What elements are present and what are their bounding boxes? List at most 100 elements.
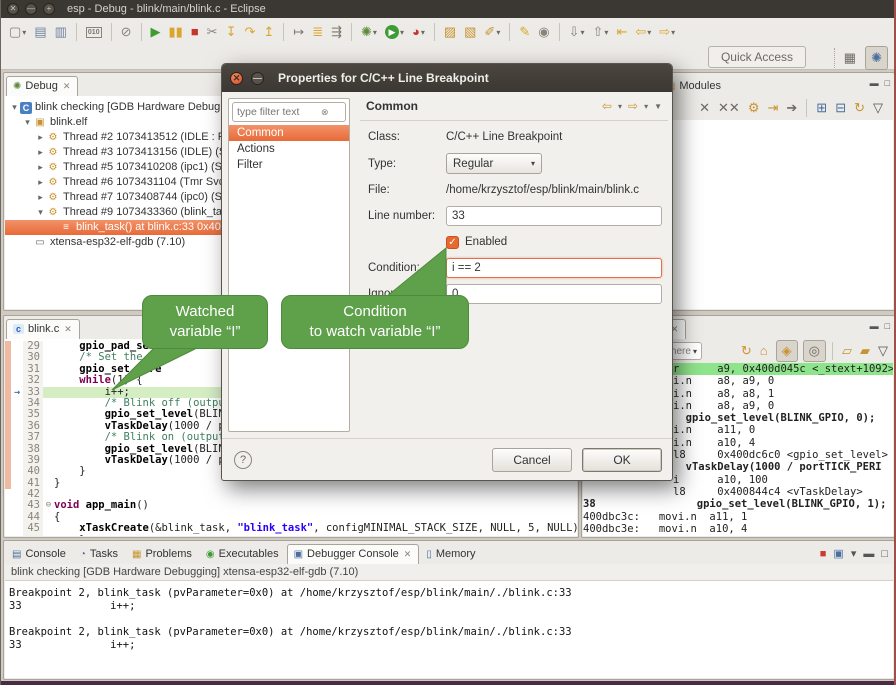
forward-menu-icon[interactable]: ▾ <box>644 102 648 111</box>
tab-blink-c[interactable]: c blink.c ✕ <box>6 319 80 339</box>
next-annotation-icon[interactable]: ⇩▾ <box>566 23 588 41</box>
maximize-icon[interactable]: □ <box>885 321 890 331</box>
suspend-icon[interactable]: ▮▮ <box>166 23 186 41</box>
select-pointer-icon[interactable]: ➔ <box>783 99 800 117</box>
display-selected-console-icon[interactable]: ▣ <box>833 547 843 560</box>
filter-input[interactable] <box>233 105 319 119</box>
disassembly-row[interactable]: 400dbc3e: movi.n a10, 4 <box>583 523 893 535</box>
tab-tasks[interactable]: ◔Tasks <box>74 545 125 564</box>
tree-expander-icon[interactable]: ▾ <box>9 100 20 115</box>
restore-default-icon[interactable]: ⇥ <box>764 99 781 117</box>
show-source-icon[interactable]: ≣ <box>309 23 326 41</box>
code-line[interactable]: } <box>5 535 577 536</box>
dialog-minimize-icon[interactable]: — <box>251 72 264 85</box>
tree-expander-icon[interactable]: ▸ <box>35 160 46 175</box>
forward-icon[interactable]: ⇨▾ <box>656 23 678 41</box>
show-source-icon[interactable]: ◎ <box>803 340 826 362</box>
ignore-count-input[interactable] <box>446 284 662 304</box>
binary-icon[interactable]: 010 <box>83 25 105 40</box>
tab-debug[interactable]: ✺ Debug ✕ <box>6 76 78 96</box>
instruction-mode-icon[interactable]: ⇶ <box>328 23 345 41</box>
fold-collapse-icon[interactable]: ⊖ <box>43 500 54 511</box>
terminate-icon[interactable]: ■ <box>188 23 202 41</box>
tree-expander-icon[interactable]: ▾ <box>35 205 46 220</box>
refresh-view-icon[interactable]: ↻ <box>738 342 755 360</box>
disconnect-icon[interactable]: ✂ <box>204 23 221 41</box>
collapse-all-icon[interactable]: ⊟ <box>832 99 849 117</box>
skip-breakpoints-icon[interactable]: ⊘ <box>118 23 135 41</box>
run-icon[interactable]: ▶▾ <box>382 23 407 41</box>
window-close-icon[interactable]: ✕ <box>7 3 19 15</box>
prev-annotation-icon[interactable]: ⇧▾ <box>590 23 612 41</box>
coverage-icon[interactable]: ◕▾ <box>409 23 428 41</box>
view-menu-icon[interactable]: ▼ <box>654 102 662 111</box>
close-icon[interactable]: ✕ <box>64 324 72 335</box>
debug-perspective-icon[interactable]: ✺ <box>865 46 888 70</box>
window-maximize-icon[interactable]: + <box>43 3 55 15</box>
annotation-icon[interactable]: ◉ <box>535 23 552 41</box>
quick-access-button[interactable]: Quick Access <box>708 46 806 68</box>
dialog-nav-item-actions[interactable]: Actions <box>229 141 349 157</box>
save-all-icon[interactable]: ▥ <box>52 23 70 41</box>
step-over-icon[interactable]: ↷ <box>241 23 258 41</box>
minimize-icon[interactable]: ▬ <box>870 321 879 331</box>
save-icon[interactable]: ▤ <box>31 23 49 41</box>
open-perspective-icon[interactable]: ▦ <box>839 47 861 69</box>
window-minimize-icon[interactable]: — <box>25 3 37 15</box>
resume-icon[interactable]: ▶ <box>148 23 164 41</box>
minimize-icon[interactable]: ▬ <box>863 548 874 560</box>
open-task-icon[interactable]: ▨ <box>441 23 459 41</box>
line-number-input[interactable] <box>446 206 662 226</box>
disassembly-row[interactable]: 400dbc40: call8 0x400dc6c0 <gpio_set_lev… <box>583 535 893 536</box>
tree-expander-icon[interactable]: ▸ <box>35 130 46 145</box>
console-output[interactable]: Breakpoint 2, blink_task (pvParameter=0x… <box>5 581 893 652</box>
disassembly-row[interactable]: l8 0x400844c4 <vTaskDelay> <box>583 486 893 498</box>
debug-icon[interactable]: ✺▾ <box>358 23 380 41</box>
new-wizard-icon[interactable]: ▢▾ <box>6 23 29 41</box>
tree-expander-icon[interactable]: ▸ <box>35 175 46 190</box>
layout-icon[interactable]: ⚙ <box>745 99 763 117</box>
tab-problems[interactable]: ▦Problems <box>126 545 199 564</box>
track-expression-icon[interactable]: ◈ <box>776 340 798 362</box>
dialog-close-icon[interactable]: ✕ <box>230 72 243 85</box>
type-dropdown[interactable]: Regular ▾ <box>446 153 542 174</box>
help-icon[interactable]: ? <box>234 451 252 469</box>
step-into-icon[interactable]: ↧ <box>223 23 240 41</box>
disassembly-row[interactable]: 400dbc3c: movi.n a11, 1 <box>583 511 893 523</box>
tab-memory[interactable]: ▯Memory <box>420 545 482 564</box>
back-menu-icon[interactable]: ▾ <box>618 102 622 111</box>
tab-executables[interactable]: ◉Executables <box>200 545 286 564</box>
tree-expander-icon[interactable]: ▾ <box>22 115 33 130</box>
tab-debugger-console[interactable]: ▣Debugger Console✕ <box>287 544 420 564</box>
minimize-icon[interactable]: ▬ <box>870 78 879 88</box>
last-edit-icon[interactable]: ⇤ <box>613 23 630 41</box>
back-icon[interactable]: ⇦▾ <box>632 23 654 41</box>
remove-all-register-groups-icon[interactable]: ✕✕ <box>715 99 743 117</box>
code-line[interactable]: 45 xTaskCreate(&blink_task, "blink_task"… <box>5 523 577 534</box>
new-wizard-menu-icon[interactable]: ✐▾ <box>481 23 503 41</box>
back-icon[interactable]: ⇦ <box>602 99 612 113</box>
terminate-console-icon[interactable]: ■ <box>820 548 827 560</box>
open-folder-icon[interactable]: ▧ <box>461 23 479 41</box>
condition-input[interactable] <box>446 258 662 278</box>
expand-all-icon[interactable]: ⊞ <box>813 99 830 117</box>
clear-filter-icon[interactable]: ⊗ <box>321 107 329 118</box>
dialog-nav-item-common[interactable]: Common <box>229 125 349 141</box>
open-new-view-icon[interactable]: ▱ <box>839 342 855 360</box>
cancel-button[interactable]: Cancel <box>492 448 572 472</box>
highlight-icon[interactable]: ✎ <box>516 23 533 41</box>
console-menu-icon[interactable]: ▾ <box>851 547 857 560</box>
close-icon[interactable]: ✕ <box>63 81 71 92</box>
dialog-nav-item-filter[interactable]: Filter <box>229 157 349 173</box>
close-icon[interactable]: ✕ <box>404 549 412 560</box>
maximize-icon[interactable]: □ <box>881 548 888 560</box>
tree-expander-icon[interactable]: ▸ <box>35 145 46 160</box>
home-icon[interactable]: ⌂ <box>757 342 771 360</box>
tree-expander-icon[interactable]: ▸ <box>35 190 46 205</box>
code-line[interactable]: 43⊖void app_main() <box>5 500 577 511</box>
view-menu-icon[interactable]: ▽ <box>870 99 886 117</box>
maximize-icon[interactable]: □ <box>885 78 890 88</box>
view-menu-icon[interactable]: ▽ <box>875 342 891 360</box>
tab-console[interactable]: ▤Console <box>6 545 73 564</box>
remove-register-group-icon[interactable]: ✕ <box>696 99 713 117</box>
